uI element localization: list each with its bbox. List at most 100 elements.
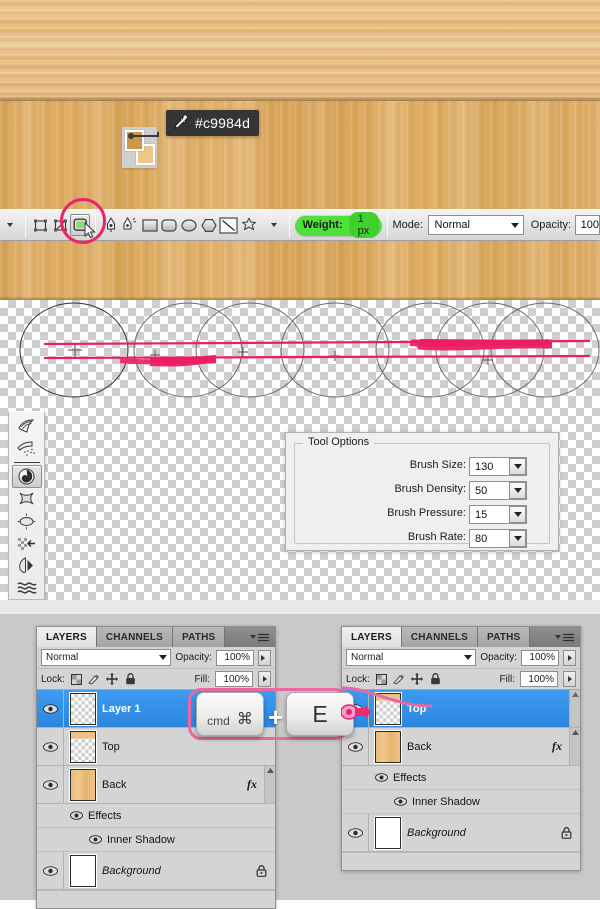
brush-rate-dropdown-arrow[interactable] (509, 530, 526, 547)
effects-visibility-toggle[interactable] (369, 773, 393, 782)
fill-value: 100% (223, 673, 249, 685)
tab-paths[interactable]: PATHS (478, 627, 531, 647)
layer-effects-row[interactable]: Effects (37, 804, 275, 828)
tab-channels[interactable]: CHANNELS (96, 627, 174, 647)
layer-visibility-toggle[interactable] (37, 728, 64, 765)
layer-thumbnail-cell[interactable] (369, 816, 407, 849)
table-row[interactable]: Background (37, 852, 275, 890)
brush-size-field[interactable]: 130 (469, 457, 527, 476)
pucker-tool[interactable] (12, 488, 42, 510)
shape-list-caret[interactable] (264, 223, 284, 227)
lock-position-icon[interactable] (411, 673, 424, 686)
lock-transparent-pixels-icon[interactable] (375, 673, 388, 686)
layer-effects-badge[interactable]: fx (247, 777, 264, 792)
pen-tool[interactable] (101, 214, 121, 236)
panel-menu-button[interactable] (555, 627, 580, 647)
brush-pressure-row: Brush Pressure: (286, 507, 466, 519)
effect-visibility-toggle[interactable] (83, 835, 107, 844)
fill-slider-button[interactable] (258, 671, 271, 687)
opacity-slider-button[interactable] (258, 649, 271, 666)
lock-transparent-pixels-icon[interactable] (70, 673, 83, 686)
tool-preset-caret[interactable] (0, 223, 20, 227)
tab-layers[interactable]: LAYERS (342, 627, 402, 647)
layer-thumbnail-cell[interactable] (64, 692, 102, 725)
effects-collapse-toggle[interactable] (569, 728, 580, 765)
lock-all-icon[interactable] (429, 673, 442, 686)
layer-thumbnail-cell[interactable] (64, 730, 102, 763)
bloat-tool[interactable] (12, 510, 42, 532)
lock-image-pixels-icon[interactable] (393, 673, 406, 686)
layer-effects-row[interactable]: Effects (342, 766, 580, 790)
tab-paths[interactable]: PATHS (173, 627, 226, 647)
layer-thumbnail-cell[interactable] (64, 854, 102, 887)
brush-preview-canvas[interactable] (0, 300, 600, 400)
push-left-tool[interactable] (12, 532, 42, 554)
brush-density-field[interactable]: 50 (469, 481, 527, 500)
layer-visibility-toggle[interactable] (37, 690, 64, 727)
layer-thumbnail-cell[interactable] (369, 692, 407, 725)
layer-visibility-toggle[interactable] (342, 814, 369, 851)
panel-menu-button[interactable] (250, 627, 275, 647)
transform-path-tool[interactable] (50, 214, 70, 236)
table-row[interactable]: Background (342, 814, 580, 852)
fill-field[interactable]: 100% (215, 671, 253, 687)
layer-visibility-toggle[interactable] (37, 852, 64, 889)
mode-select[interactable]: Normal (427, 215, 524, 235)
effect-item-row[interactable]: Inner Shadow (37, 828, 275, 852)
eye-icon (69, 811, 83, 820)
opacity-field[interactable]: 100% (521, 649, 559, 666)
lock-all-icon[interactable] (124, 673, 137, 686)
layer-visibility-toggle[interactable] (37, 766, 64, 803)
layer-scroll-tick[interactable] (569, 690, 580, 727)
mirror-tool[interactable] (12, 555, 42, 577)
forward-warp-tool[interactable] (12, 415, 42, 437)
eye-icon (42, 741, 58, 752)
layer-name: Back (407, 740, 432, 753)
rectangle-tool[interactable] (140, 214, 160, 236)
tab-layers[interactable]: LAYERS (37, 627, 97, 647)
line-tool[interactable] (219, 214, 239, 236)
opacity-input[interactable]: 100 (574, 215, 600, 235)
opacity-slider-button[interactable] (563, 649, 576, 666)
turbulence-tool[interactable] (12, 577, 42, 599)
effects-collapse-toggle[interactable] (264, 766, 275, 803)
lock-position-icon[interactable] (106, 673, 119, 686)
effect-item-row[interactable]: Inner Shadow (342, 790, 580, 814)
blend-mode-select[interactable]: Normal (41, 649, 172, 666)
effect-visibility-toggle[interactable] (388, 797, 412, 806)
brush-rate-field[interactable]: 80 (469, 529, 527, 548)
brush-pressure-dropdown-arrow[interactable] (509, 506, 526, 523)
tab-channels[interactable]: CHANNELS (401, 627, 479, 647)
table-row[interactable]: Back fx (37, 766, 275, 804)
key-cmd[interactable]: cmd ⌘ (196, 692, 264, 736)
table-row[interactable]: Top (342, 690, 580, 728)
effects-visibility-toggle[interactable] (64, 811, 88, 820)
brush-pressure-field[interactable]: 15 (469, 505, 527, 524)
ellipse-tool[interactable] (180, 214, 200, 236)
eyedropper-icon (174, 114, 188, 130)
fill-slider-button[interactable] (563, 671, 576, 687)
layer-thumbnail-cell[interactable] (369, 730, 407, 763)
rounded-rectangle-tool[interactable] (160, 214, 180, 236)
brush-density-dropdown-arrow[interactable] (509, 482, 526, 499)
eye-icon (42, 865, 58, 876)
blend-mode-select[interactable]: Normal (346, 649, 477, 666)
layer-thumbnail-cell[interactable] (64, 768, 102, 801)
polygon-tool[interactable] (199, 214, 219, 236)
custom-shape-tool[interactable] (239, 214, 259, 236)
reconstruct-tool[interactable] (12, 437, 42, 459)
mode-label: Mode: (392, 219, 424, 231)
chevron-down-icon (513, 488, 522, 493)
table-row[interactable]: Back fx (342, 728, 580, 766)
fill-field[interactable]: 100% (520, 671, 558, 687)
opacity-field[interactable]: 100% (216, 649, 254, 666)
freeform-pen-tool[interactable] (121, 214, 141, 236)
key-e-label: E (312, 700, 328, 727)
layer-effects-badge[interactable]: fx (552, 739, 569, 754)
brush-size-dropdown-arrow[interactable] (509, 458, 526, 475)
lock-image-pixels-icon[interactable] (88, 673, 101, 686)
twirl-clockwise-tool[interactable] (11, 465, 42, 488)
weight-control[interactable]: Weight: 1 px (294, 212, 382, 238)
weight-value[interactable]: 1 px (348, 212, 379, 238)
rectangular-marquee-tool[interactable] (31, 214, 51, 236)
